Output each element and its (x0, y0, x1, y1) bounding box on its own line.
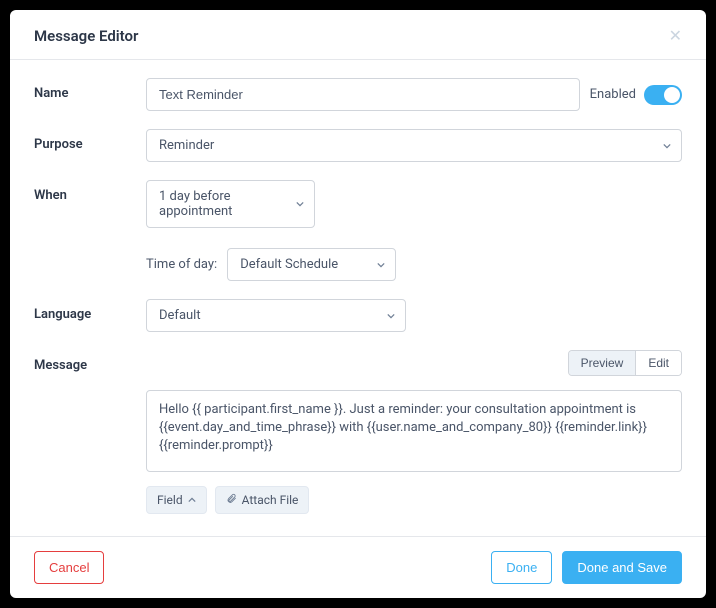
attach-file-label: Attach File (242, 493, 299, 507)
modal-body: Name Enabled Purpose Reminder (10, 60, 706, 536)
purpose-label: Purpose (34, 129, 146, 152)
field-button[interactable]: Field (146, 486, 207, 514)
chevron-down-icon (377, 261, 385, 269)
name-label: Name (34, 78, 146, 101)
chevron-down-icon (663, 142, 671, 150)
chevron-down-icon (387, 312, 395, 320)
message-label: Message (34, 350, 146, 373)
modal-header: Message Editor ✕ (10, 10, 706, 60)
language-value: Default (159, 308, 201, 323)
attach-file-button[interactable]: Attach File (215, 486, 310, 514)
when-select[interactable]: 1 day before appointment (146, 180, 315, 228)
time-of-day-label: Time of day: (146, 257, 217, 272)
modal-footer: Cancel Done Done and Save (10, 536, 706, 598)
enabled-toggle[interactable] (644, 85, 682, 105)
purpose-select[interactable]: Reminder (146, 129, 682, 162)
message-view-toggle: Preview Edit (568, 350, 682, 376)
paperclip-icon (226, 493, 237, 507)
chevron-down-icon (296, 200, 304, 208)
time-of-day-select[interactable]: Default Schedule (227, 248, 396, 281)
modal-title: Message Editor (34, 27, 138, 45)
preview-button[interactable]: Preview (569, 351, 636, 375)
message-textarea[interactable] (146, 390, 682, 472)
edit-button[interactable]: Edit (635, 351, 681, 375)
purpose-value: Reminder (159, 138, 214, 153)
close-icon[interactable]: ✕ (669, 26, 682, 45)
message-editor-modal: Message Editor ✕ Name Enabled Purpose Re… (10, 10, 706, 598)
name-input[interactable] (146, 78, 580, 111)
message-section: Field Attach File Auto replies + Add aut… (146, 390, 682, 536)
name-row: Name Enabled (34, 78, 682, 111)
language-row: Language Default (34, 299, 682, 332)
field-button-label: Field (157, 493, 183, 507)
enabled-group: Enabled (590, 85, 682, 105)
message-actions: Field Attach File (146, 486, 682, 514)
enabled-label: Enabled (590, 87, 636, 102)
when-row: When 1 day before appointment Time of da… (34, 180, 682, 281)
time-of-day-row: Time of day: Default Schedule (146, 248, 396, 281)
purpose-row: Purpose Reminder (34, 129, 682, 162)
done-button[interactable]: Done (491, 551, 552, 584)
language-label: Language (34, 299, 146, 322)
when-value: 1 day before appointment (159, 189, 286, 219)
cancel-button[interactable]: Cancel (34, 551, 104, 584)
time-of-day-value: Default Schedule (240, 257, 338, 272)
done-and-save-button[interactable]: Done and Save (562, 551, 682, 584)
language-select[interactable]: Default (146, 299, 406, 332)
chevron-up-icon (188, 493, 196, 507)
message-row: Message Preview Edit (34, 350, 682, 384)
when-label: When (34, 180, 146, 203)
